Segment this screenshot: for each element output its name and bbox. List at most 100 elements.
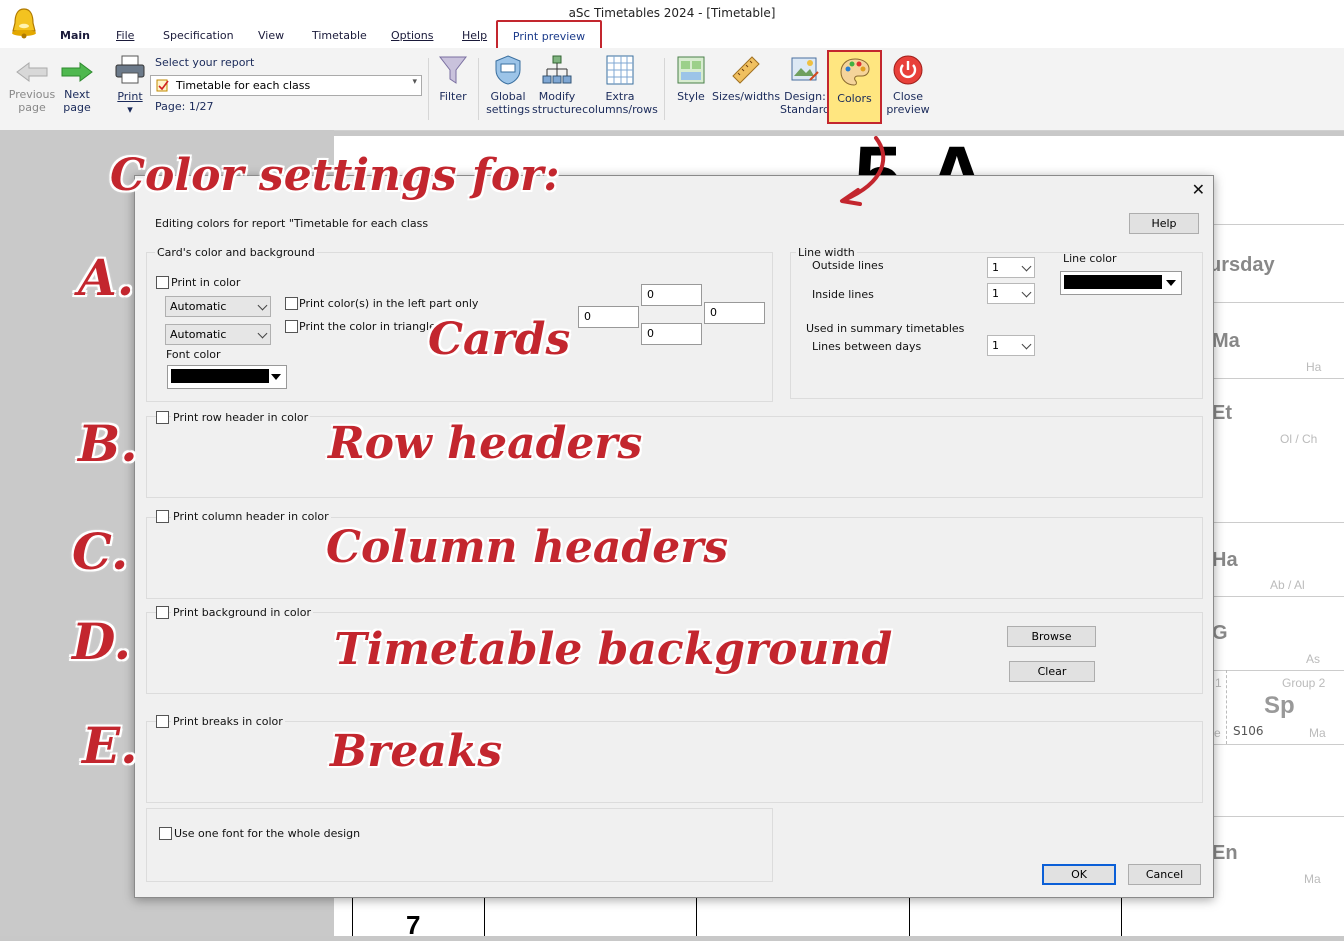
offset-right-input[interactable]: 0 xyxy=(704,302,765,324)
tab-help[interactable]: Help xyxy=(462,29,487,42)
page-indicator: Page: 1/27 xyxy=(155,100,214,113)
browse-button[interactable]: Browse xyxy=(1007,626,1096,647)
style-button[interactable]: Style xyxy=(672,54,710,103)
extra-columns-button[interactable]: Extra columns/rows xyxy=(582,54,658,116)
ok-button[interactable]: OK xyxy=(1042,864,1116,885)
sizes-widths-label: Sizes/widths xyxy=(712,90,781,103)
group-divider xyxy=(1226,670,1228,744)
inside-lines-select[interactable]: 1 xyxy=(987,283,1035,304)
print-row-header-checkbox[interactable] xyxy=(156,411,169,424)
next-page-label-1: Next xyxy=(64,88,90,101)
tab-file[interactable]: File xyxy=(116,29,134,42)
tab-timetable[interactable]: Timetable xyxy=(312,29,367,42)
extra-columns-label-2: columns/rows xyxy=(582,103,658,116)
font-color-picker[interactable] xyxy=(167,365,287,389)
help-button[interactable]: Help xyxy=(1129,213,1199,234)
tab-main[interactable]: Main xyxy=(60,29,90,42)
card-color-value: Automatic xyxy=(170,300,227,313)
outside-lines-label: Outside lines xyxy=(812,259,884,272)
outside-lines-value: 1 xyxy=(992,261,999,274)
modify-structure-label-1: Modify xyxy=(538,90,576,103)
offset-left-input[interactable]: 0 xyxy=(578,306,639,328)
grid-line xyxy=(1212,378,1344,379)
cancel-button[interactable]: Cancel xyxy=(1128,864,1201,885)
selected-report-value: Timetable for each class xyxy=(176,79,311,92)
modify-structure-button[interactable]: Modify structure xyxy=(532,54,582,116)
offset-bottom-input[interactable]: 0 xyxy=(641,323,702,345)
cell-subject: Ha xyxy=(1212,549,1238,571)
report-select[interactable]: Timetable for each class ▾ xyxy=(150,75,422,96)
outside-lines-select[interactable]: 1 xyxy=(987,257,1035,278)
use-one-font-checkbox[interactable] xyxy=(159,827,172,840)
tab-print-preview[interactable]: Print preview xyxy=(496,20,602,50)
print-in-color-checkbox[interactable] xyxy=(156,276,169,289)
print-left-only-label: Print color(s) in the left part only xyxy=(299,297,479,310)
print-triangle-checkbox[interactable] xyxy=(285,320,298,333)
chevron-down-icon xyxy=(1021,287,1032,298)
close-preview-label-1: Close xyxy=(893,90,923,103)
close-preview-button[interactable]: Close preview xyxy=(884,54,932,116)
modify-structure-label-2: structure xyxy=(532,103,582,116)
picture-design-icon xyxy=(791,57,819,81)
ribbon-separator xyxy=(428,58,429,120)
ribbon-separator xyxy=(664,58,665,120)
lines-between-days-select[interactable]: 1 xyxy=(987,335,1035,356)
annotation-column-headers: Column headers xyxy=(326,522,729,573)
chevron-down-icon xyxy=(1021,261,1032,272)
offset-top-input[interactable]: 0 xyxy=(641,284,702,306)
close-icon[interactable]: ✕ xyxy=(1192,180,1205,199)
previous-page-button[interactable]: Previous page xyxy=(6,60,58,114)
cell-teacher: Ma xyxy=(1309,726,1326,740)
chevron-down-icon xyxy=(257,300,268,311)
next-page-button[interactable]: Next page xyxy=(58,60,96,114)
colors-button[interactable]: Colors xyxy=(827,50,882,124)
style-label: Style xyxy=(677,90,705,103)
funnel-filter-icon xyxy=(438,56,468,84)
print-breaks-checkbox[interactable] xyxy=(156,715,169,728)
filter-button[interactable]: Filter xyxy=(434,54,472,103)
print-dropdown-icon[interactable]: ▾ xyxy=(127,103,133,116)
print-triangle-label: Print the color in triangle xyxy=(299,320,436,333)
line-width-title: Line width xyxy=(796,246,857,259)
grid-line xyxy=(1212,744,1344,745)
lines-between-days-label: Lines between days xyxy=(812,340,922,353)
extra-columns-label-1: Extra xyxy=(605,90,635,103)
chevron-down-icon xyxy=(1021,339,1032,350)
card-background-select[interactable]: Automatic xyxy=(165,324,271,345)
tab-options[interactable]: Options xyxy=(391,29,433,42)
cell-room: S106 xyxy=(1233,724,1264,738)
print-button[interactable]: Print ▾ xyxy=(110,54,150,116)
printer-icon xyxy=(115,55,145,84)
grid-line xyxy=(1212,816,1344,817)
offset-top-value: 0 xyxy=(647,288,654,301)
card-color-select[interactable]: Automatic xyxy=(165,296,271,317)
previous-page-label-1: Previous xyxy=(8,88,56,101)
power-close-icon xyxy=(893,55,923,85)
cell-teacher: Ma xyxy=(1304,872,1321,886)
clear-button[interactable]: Clear xyxy=(1009,661,1095,682)
tab-view[interactable]: View xyxy=(258,29,284,42)
print-background-label: Print background in color xyxy=(171,606,313,619)
global-settings-button[interactable]: Global settings xyxy=(484,54,532,116)
tab-specification[interactable]: Specification xyxy=(163,29,234,42)
design-button[interactable]: Design: Standard xyxy=(780,54,830,116)
inside-lines-value: 1 xyxy=(992,287,999,300)
line-color-label: Line color xyxy=(1063,252,1117,265)
print-background-checkbox[interactable] xyxy=(156,606,169,619)
card-group-title: Card's color and background xyxy=(155,246,317,259)
previous-page-label-2: page xyxy=(18,101,46,114)
print-row-header-label: Print row header in color xyxy=(171,411,311,424)
cell-subject: En xyxy=(1212,842,1238,864)
grid-line xyxy=(1212,596,1344,597)
sizes-widths-button[interactable]: Sizes/widths xyxy=(712,54,780,103)
annotation-timetable-background: Timetable background xyxy=(334,624,893,675)
grid-line xyxy=(1212,302,1344,303)
annotation-row-headers: Row headers xyxy=(328,418,643,469)
group-number-fragment: 1 xyxy=(1215,676,1222,690)
print-left-only-checkbox[interactable] xyxy=(285,297,298,310)
line-color-picker[interactable] xyxy=(1060,271,1182,295)
font-color-swatch xyxy=(171,369,269,383)
print-column-header-checkbox[interactable] xyxy=(156,510,169,523)
grid-line xyxy=(909,896,910,936)
grid-line xyxy=(1212,670,1344,671)
